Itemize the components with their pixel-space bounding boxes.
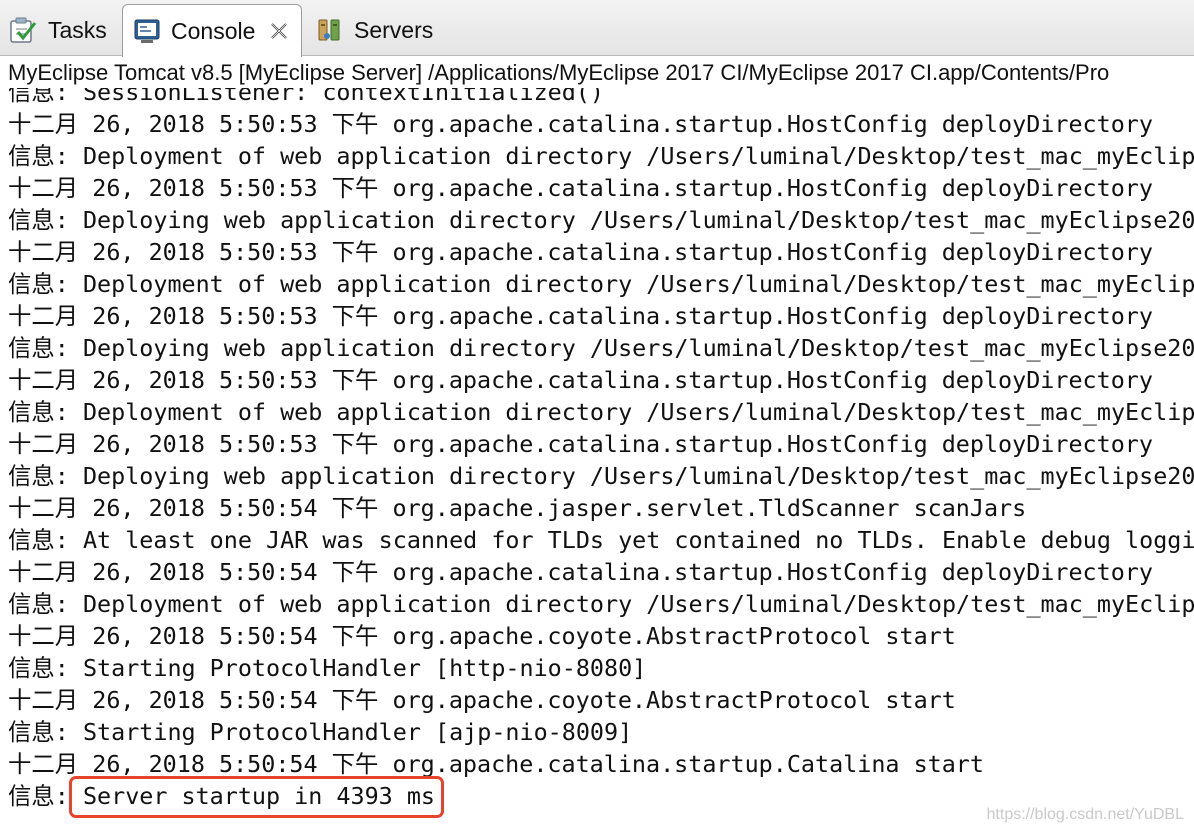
console-line: 信息: Starting ProtocolHandler [ajp-nio-80… <box>8 718 633 746</box>
startup-highlight-box <box>69 776 444 818</box>
console-line: 信息: SessionListener: contextInitialized(… <box>8 88 604 106</box>
tab-tasks[interactable]: Tasks <box>8 4 107 56</box>
view-tab-bar: Tasks Console Servers <box>0 0 1194 57</box>
tab-servers-label: Servers <box>354 16 434 43</box>
console-line: 信息: At least one JAR was scanned for TLD… <box>8 526 1194 554</box>
console-line: 十二月 26, 2018 5:50:53 下午 org.apache.catal… <box>8 302 1153 330</box>
tab-tasks-label: Tasks <box>48 16 107 43</box>
tab-console-label: Console <box>171 17 256 44</box>
console-line: 十二月 26, 2018 5:50:53 下午 org.apache.catal… <box>8 238 1153 266</box>
console-line: 信息: Deploying web application directory … <box>8 334 1194 362</box>
close-icon[interactable] <box>269 21 289 41</box>
console-line: 信息: Deployment of web application direct… <box>8 398 1194 426</box>
console-icon <box>133 17 161 45</box>
console-lines: 信息: SessionListener: contextInitialized(… <box>8 88 1194 812</box>
console-line: 信息: Deployment of web application direct… <box>8 142 1194 170</box>
console-line: 十二月 26, 2018 5:50:53 下午 org.apache.catal… <box>8 110 1153 138</box>
servers-icon <box>316 16 344 44</box>
watermark: https://blog.csdn.net/YuDBL <box>986 806 1184 823</box>
tab-servers[interactable]: Servers <box>316 4 433 56</box>
tasks-icon <box>8 15 38 45</box>
tab-console[interactable]: Console <box>122 4 302 57</box>
console-process-title: MyEclipse Tomcat v8.5 [MyEclipse Server]… <box>8 60 1110 85</box>
console-line: 十二月 26, 2018 5:50:53 下午 org.apache.catal… <box>8 174 1153 202</box>
console-line: 十二月 26, 2018 5:50:53 下午 org.apache.catal… <box>8 430 1153 458</box>
console-line: 十二月 26, 2018 5:50:54 下午 org.apache.catal… <box>8 558 1153 586</box>
console-line: 信息: Deploying web application directory … <box>8 462 1194 490</box>
console-line: 信息: Deployment of web application direct… <box>8 590 1194 618</box>
console-output[interactable]: 信息: SessionListener: contextInitialized(… <box>0 88 1194 832</box>
console-line: 十二月 26, 2018 5:50:54 下午 org.apache.jaspe… <box>8 494 1027 522</box>
console-line: 十二月 26, 2018 5:50:54 下午 org.apache.coyot… <box>8 686 956 714</box>
console-line: 信息: Deploying web application directory … <box>8 206 1194 234</box>
console-line: 十二月 26, 2018 5:50:54 下午 org.apache.coyot… <box>8 622 956 650</box>
console-line: 信息: Starting ProtocolHandler [http-nio-8… <box>8 654 647 682</box>
console-line: 信息: Deployment of web application direct… <box>8 270 1194 298</box>
console-line: 十二月 26, 2018 5:50:53 下午 org.apache.catal… <box>8 366 1153 394</box>
